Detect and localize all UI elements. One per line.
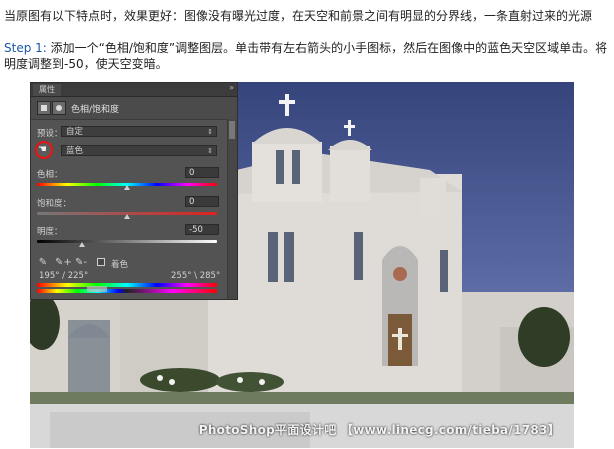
color-bar-bottom xyxy=(37,289,217,293)
color-bar-top xyxy=(37,283,217,287)
watermark: PhotoShop平面设计吧 【www.linecg.com/tieba/178… xyxy=(198,423,560,437)
step-text: Step 1: 添加一个“色相/饱和度”调整图层。单击带有左右箭头的小手图标，然… xyxy=(4,40,608,72)
channel-select[interactable]: 蓝色 ⇕ xyxy=(61,145,217,156)
hand-scrubby-icon[interactable]: ☚ xyxy=(35,141,53,159)
hue-field[interactable]: 0 xyxy=(185,167,219,178)
saturation-field[interactable]: 0 xyxy=(185,196,219,207)
panel-tabbar: 属性 » xyxy=(31,83,237,97)
hue-slider-thumb[interactable] xyxy=(124,185,130,190)
channel-value: 蓝色 xyxy=(66,146,84,156)
adjustment-layer-icon[interactable] xyxy=(37,101,51,115)
lightness-slider-thumb[interactable] xyxy=(79,242,85,247)
collapse-icon[interactable]: » xyxy=(229,83,234,92)
lightness-slider[interactable] xyxy=(37,240,217,243)
chevron-updown-icon: ⇕ xyxy=(207,147,213,155)
eyedropper-minus-icon[interactable]: ✎- xyxy=(75,257,87,269)
panel-title: 色相/饱和度 xyxy=(71,105,120,115)
panel-scrollbar[interactable] xyxy=(227,119,237,299)
saturation-label: 饱和度： xyxy=(37,199,72,209)
preset-label: 预设： xyxy=(37,129,63,139)
range-slider[interactable] xyxy=(87,286,107,292)
eyedropper-icon[interactable]: ✎ xyxy=(37,257,49,269)
eyedropper-plus-icon[interactable]: ✎+ xyxy=(55,257,72,269)
step-instructions: 添加一个“色相/饱和度”调整图层。单击带有左右箭头的小手图标，然后在图像中的蓝色… xyxy=(4,41,608,71)
tab-properties[interactable]: 属性 xyxy=(33,84,61,96)
range-right: 255° \ 285° xyxy=(171,271,221,281)
colorize-checkbox[interactable] xyxy=(97,258,105,266)
range-left: 195° / 225° xyxy=(39,271,89,281)
preset-value: 自定 xyxy=(66,127,84,137)
panel-header: 色相/饱和度 xyxy=(31,97,237,120)
lightness-field[interactable]: -50 xyxy=(185,224,219,235)
lightness-label: 明度： xyxy=(37,227,63,237)
mask-icon[interactable] xyxy=(52,101,66,115)
step-label: Step 1: xyxy=(4,41,47,55)
properties-panel: 属性 » 色相/饱和度 预设： 自定 ⇕ ☚ 蓝色 ⇕ 色相： 0 饱和度： 0… xyxy=(30,82,238,300)
saturation-slider-thumb[interactable] xyxy=(124,214,130,219)
colorize-label: 着色 xyxy=(111,260,129,270)
preset-select[interactable]: 自定 ⇕ xyxy=(61,126,217,137)
hue-label: 色相： xyxy=(37,170,63,180)
chevron-updown-icon: ⇕ xyxy=(207,128,213,136)
intro-text: 当原图有以下特点时，效果更好：图像没有曝光过度，在天空和前景之间有明显的分界线，… xyxy=(4,9,593,23)
